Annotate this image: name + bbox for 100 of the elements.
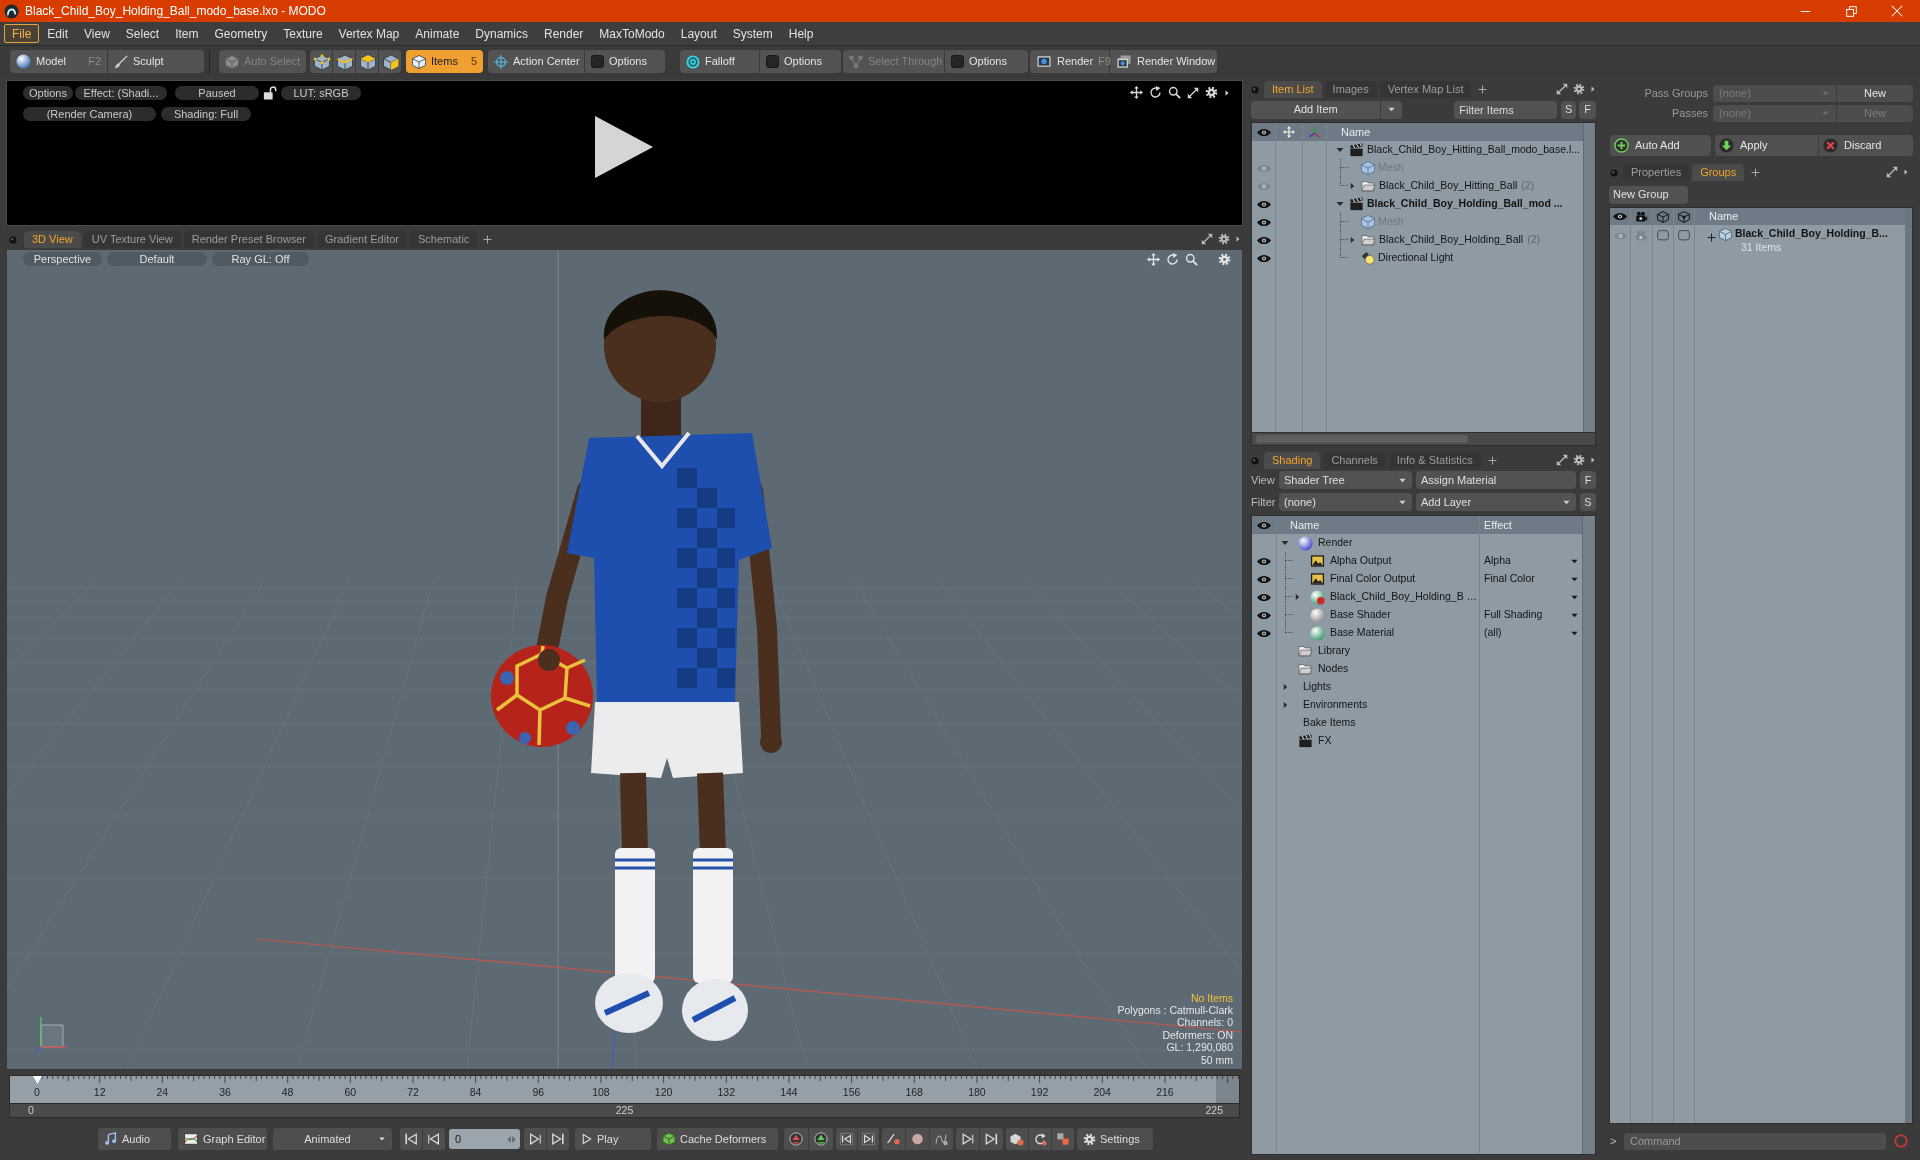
add-tab-icon[interactable] [483,235,493,244]
caret-right-icon[interactable] [1590,84,1596,94]
settings-icon[interactable] [1573,454,1585,466]
zoom-icon[interactable] [1168,86,1181,99]
layer-name[interactable]: Lights [1303,679,1332,695]
menu-item[interactable]: System [724,24,781,43]
eye-icon[interactable] [1256,199,1271,209]
eye-icon[interactable] [1256,235,1271,245]
camera-icon[interactable] [1635,210,1648,223]
layer-name[interactable]: Alpha Output [1330,553,1392,569]
add-layer-dropdown[interactable]: Add Layer [1416,493,1576,511]
timeline-ruler[interactable]: 0 12 24 36 48 60 72 84 96 108 120 132 144 156 168 180 192 204 216 [9,1075,1240,1104]
discard-button[interactable]: Discard [1819,135,1913,156]
caret-right-icon[interactable] [1590,455,1596,465]
model-button[interactable]: Model F2 [10,50,107,73]
panel-tab[interactable]: Properties [1623,164,1690,181]
panel-tab[interactable]: Schematic [410,231,478,248]
lut-button[interactable]: LUT: sRGB [281,86,361,100]
item-name[interactable]: Black_Child_Boy_Hitting_Ball [1379,178,1518,194]
unlocked-padlock-icon[interactable] [263,86,277,100]
falloff-button[interactable]: Falloff [680,50,759,73]
column-header[interactable]: Name [1327,123,1371,141]
settings-icon[interactable] [1218,233,1230,245]
layer-name[interactable]: Base Shader [1330,607,1391,623]
menu-item[interactable]: File [4,24,40,43]
shading-button[interactable]: Shading: Full [161,107,251,121]
eye-icon[interactable] [1256,253,1271,263]
apply-button[interactable]: Apply [1715,135,1818,156]
add-tab-icon[interactable] [1478,85,1488,94]
eye-icon[interactable] [1257,556,1271,566]
layer-name[interactable]: Library [1318,643,1351,659]
menu-item[interactable]: Item [167,24,207,43]
settings-icon[interactable] [1573,83,1585,95]
sculpt-button[interactable]: Sculpt [108,50,204,73]
cube-side-face-icon[interactable] [379,50,401,73]
column-header[interactable]: Name [1277,516,1480,534]
curve-key-icon[interactable] [882,1128,905,1150]
caret-down-icon[interactable] [1336,200,1344,208]
step-forward-icon[interactable] [956,1128,979,1150]
panel-tab[interactable]: Item List [1264,81,1322,98]
panel-tab[interactable]: UV Texture View [83,231,181,248]
panel-tab[interactable]: 3D View [24,231,81,248]
menu-item[interactable]: View [76,24,118,43]
options-button[interactable]: Options [23,86,73,100]
layer-name[interactable]: Final Color Output [1330,571,1416,587]
column-header[interactable]: Name [1695,208,1739,225]
eye-icon[interactable] [1257,610,1271,620]
toggle-box[interactable] [1677,230,1691,242]
effect-dropdown[interactable]: (all) [1480,624,1582,642]
item-name[interactable]: Black_Child_Boy_Holding_Ball [1379,232,1524,248]
style-dropdown[interactable]: Default [107,252,207,266]
panel-menu-dot-icon[interactable] [1251,86,1259,94]
menu-item[interactable]: Vertex Map [330,24,408,43]
eye-icon[interactable] [1257,592,1271,602]
squares-icon[interactable] [1052,1128,1074,1150]
eye-icon[interactable] [1257,520,1271,530]
audio-button[interactable]: Audio [98,1128,171,1150]
step-back-icon[interactable] [423,1128,445,1150]
column-header[interactable]: Effect [1480,516,1582,534]
command-field[interactable]: Command [1624,1132,1886,1150]
toggle-box[interactable] [1656,230,1670,242]
playhead[interactable] [32,1076,42,1084]
play-button[interactable]: Play [575,1128,651,1150]
add-tab-icon[interactable] [1751,168,1761,177]
animation-mode-dropdown[interactable]: Animated [273,1128,392,1150]
menu-item[interactable]: Geometry [206,24,276,43]
items-mode-button[interactable]: Items 5 [406,50,483,73]
add-tab-icon[interactable] [1487,456,1497,465]
menu-item[interactable]: Animate [407,24,468,43]
cache-deformers-button[interactable]: Cache Deformers [657,1128,778,1150]
skip-to-end-icon[interactable] [547,1128,569,1150]
view-dropdown[interactable]: Shader Tree [1279,471,1412,489]
settings-icon[interactable] [1205,86,1218,99]
eye-icon[interactable] [1257,628,1271,638]
effect-button[interactable]: Effect: (Shadi... [75,86,167,100]
menu-item[interactable]: Dynamics [467,24,536,43]
plus-icon[interactable] [1707,233,1716,242]
eye-icon[interactable] [1256,127,1271,137]
loop-icon[interactable] [1029,1128,1051,1150]
action-center-button[interactable]: Action Center [488,50,584,73]
layer-name[interactable]: Base Material [1330,625,1395,641]
panel-tab[interactable]: Images [1324,81,1377,98]
step-forward-icon[interactable] [524,1128,546,1150]
ray-gl-dropdown[interactable]: Ray GL: Off [212,252,309,266]
caret-right-icon[interactable] [1903,167,1909,177]
caret-right-icon[interactable] [1235,234,1241,244]
new-button[interactable]: New [1837,85,1913,102]
layer-name[interactable]: Environments [1303,697,1368,713]
vertical-scrollbar[interactable] [1582,516,1595,1154]
filter-field[interactable]: Filter Items [1454,100,1558,119]
group-name[interactable]: Black_Child_Boy_Holding_B... [1735,227,1888,240]
menu-item[interactable]: MaxToModo [591,24,673,43]
key-curve-icon[interactable] [930,1128,953,1150]
filter-dropdown[interactable]: (none) [1279,493,1412,511]
panel-menu-dot-icon[interactable] [1610,169,1618,177]
rotate-icon[interactable] [1149,86,1162,99]
effect-dropdown[interactable]: Final Color [1480,570,1582,588]
eye-icon[interactable] [1256,217,1271,227]
menu-item[interactable]: Select [117,24,168,43]
move-icon[interactable] [1130,86,1143,99]
